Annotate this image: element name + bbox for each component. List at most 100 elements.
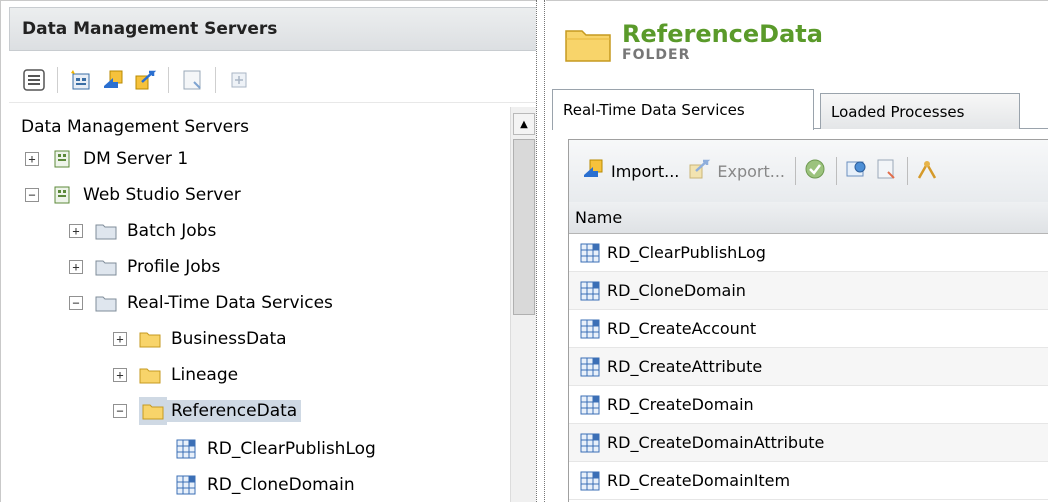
server-icon [51, 185, 73, 205]
tree-node-batch-jobs[interactable]: + Batch Jobs [69, 215, 216, 247]
row-name: RD_CreateAttribute [607, 357, 763, 376]
export-label: Export... [717, 161, 785, 181]
panel-title: Data Management Servers [22, 19, 278, 39]
table-row[interactable]: RD_CloneDomain [569, 272, 1048, 310]
service-icon [579, 395, 601, 415]
tab-loaded-processes[interactable]: Loaded Processes [820, 93, 1020, 129]
expand-icon[interactable]: + [113, 368, 127, 382]
check-circle-icon [804, 158, 826, 184]
collapse-icon[interactable]: − [69, 296, 83, 310]
toolbar-separator [907, 157, 908, 185]
services-content: Import... Export... Name RD_ClearPublish… [568, 139, 1048, 502]
grid-header: Name [569, 202, 1048, 234]
service-icon [579, 433, 601, 453]
tree-node-label: RD_ClearPublishLog [207, 439, 376, 459]
tree-node-label: DM Server 1 [83, 149, 189, 169]
tree-node-dm-server-1[interactable]: + DM Server 1 [25, 143, 188, 175]
expand-icon[interactable]: + [69, 224, 83, 238]
tree-node-label: Batch Jobs [127, 221, 217, 241]
details-panel: ReferenceData FOLDER Real-Time Data Serv… [546, 0, 1048, 502]
expand-icon[interactable]: + [69, 260, 83, 274]
app-window: Data Management Servers Data Management … [0, 0, 1048, 502]
table-row[interactable]: RD_CreateDomain [569, 386, 1048, 424]
properties-button[interactable] [875, 158, 897, 184]
tree-node-referencedata[interactable]: − ReferenceData [113, 395, 302, 427]
tree-scrollbar[interactable]: ▲ [510, 107, 536, 502]
panel-splitter[interactable] [536, 0, 545, 502]
servers-toolbar [9, 57, 537, 103]
validate-button[interactable] [804, 158, 826, 184]
new-job-icon[interactable] [68, 67, 94, 93]
service-icon [579, 357, 601, 377]
collapse-icon[interactable]: − [25, 188, 39, 202]
tree-node-real-time-data-services[interactable]: − Real-Time Data Services [69, 287, 333, 319]
service-icon [175, 439, 197, 459]
lineage-icon [916, 158, 938, 184]
collapse-icon[interactable]: − [113, 404, 127, 418]
scroll-up-icon[interactable]: ▲ [513, 113, 535, 135]
tree-root-label: Data Management Servers [21, 117, 249, 137]
export-button[interactable]: Export... [687, 157, 785, 185]
folder-type: FOLDER [622, 47, 691, 63]
tab-label: Real-Time Data Services [563, 101, 745, 119]
service-icon [579, 319, 601, 339]
table-row[interactable]: RD_CreateDomainAttribute [569, 424, 1048, 462]
row-name: RD_CreateDomainAttribute [607, 433, 825, 452]
column-header-name[interactable]: Name [575, 208, 622, 227]
tree-node-label: Web Studio Server [83, 185, 241, 205]
table-row[interactable]: RD_CreateAccount [569, 310, 1048, 348]
server-icon [51, 149, 73, 169]
tree-node-label: Real-Time Data Services [127, 293, 333, 313]
tab-strip: Real-Time Data Services Loaded Processes [552, 89, 1048, 130]
tree-node-businessdata[interactable]: + BusinessData [113, 323, 287, 355]
tree-node-label: RD_CloneDomain [207, 475, 355, 495]
toolbar-separator [795, 157, 796, 185]
import-icon[interactable] [100, 67, 126, 93]
export-icon [687, 157, 711, 185]
servers-panel: Data Management Servers Data Management … [0, 0, 537, 502]
tree-node-lineage[interactable]: + Lineage [113, 359, 238, 391]
folder-icon [95, 221, 117, 241]
folder-icon [139, 397, 167, 425]
import-icon [581, 157, 605, 185]
properties-icon [875, 158, 897, 184]
tree-root[interactable]: Data Management Servers [21, 111, 249, 143]
tree-node-rd-clonedomain[interactable]: RD_CloneDomain [175, 469, 355, 501]
folder-header: ReferenceData FOLDER [564, 21, 823, 67]
service-icon [579, 471, 601, 491]
tab-real-time-data-services[interactable]: Real-Time Data Services [552, 89, 814, 130]
toolbar-separator [215, 66, 216, 93]
row-name: RD_ClearPublishLog [607, 243, 766, 262]
test-service-button[interactable] [845, 158, 867, 184]
lineage-button[interactable] [916, 158, 938, 184]
servers-panel-header: Data Management Servers [9, 7, 537, 51]
import-button[interactable]: Import... [581, 157, 679, 185]
expand-icon[interactable] [226, 67, 252, 93]
export-icon[interactable] [132, 67, 158, 93]
properties-icon[interactable] [179, 67, 205, 93]
tree-node-label: Profile Jobs [127, 257, 221, 277]
row-name: RD_CloneDomain [607, 281, 746, 300]
import-label: Import... [611, 161, 680, 181]
tree-node-profile-jobs[interactable]: + Profile Jobs [69, 251, 220, 283]
server-tree[interactable]: Data Management Servers + DM Server 1 − … [9, 107, 509, 502]
folder-icon [139, 365, 161, 385]
view-icon[interactable] [21, 67, 47, 93]
service-icon [579, 281, 601, 301]
row-name: RD_CreateDomainItem [607, 471, 791, 490]
scrollbar-thumb[interactable] [513, 139, 535, 315]
toolbar-separator [57, 66, 58, 93]
tree-node-label: ReferenceData [167, 400, 302, 422]
table-row[interactable]: RD_CreateAttribute [569, 348, 1048, 386]
expand-icon[interactable]: + [113, 332, 127, 346]
tree-node-web-studio-server[interactable]: − Web Studio Server [25, 179, 241, 211]
tree-node-label: BusinessData [171, 329, 287, 349]
services-grid: RD_ClearPublishLog RD_CloneDomain RD_Cre… [569, 234, 1048, 500]
toolbar-separator [836, 157, 837, 185]
table-row[interactable]: RD_CreateDomainItem [569, 462, 1048, 500]
tree-node-rd-clearpublishlog[interactable]: RD_ClearPublishLog [175, 433, 376, 465]
toolbar-separator [168, 66, 169, 93]
table-row[interactable]: RD_ClearPublishLog [569, 234, 1048, 272]
expand-icon[interactable]: + [25, 152, 39, 166]
service-icon [579, 243, 601, 263]
